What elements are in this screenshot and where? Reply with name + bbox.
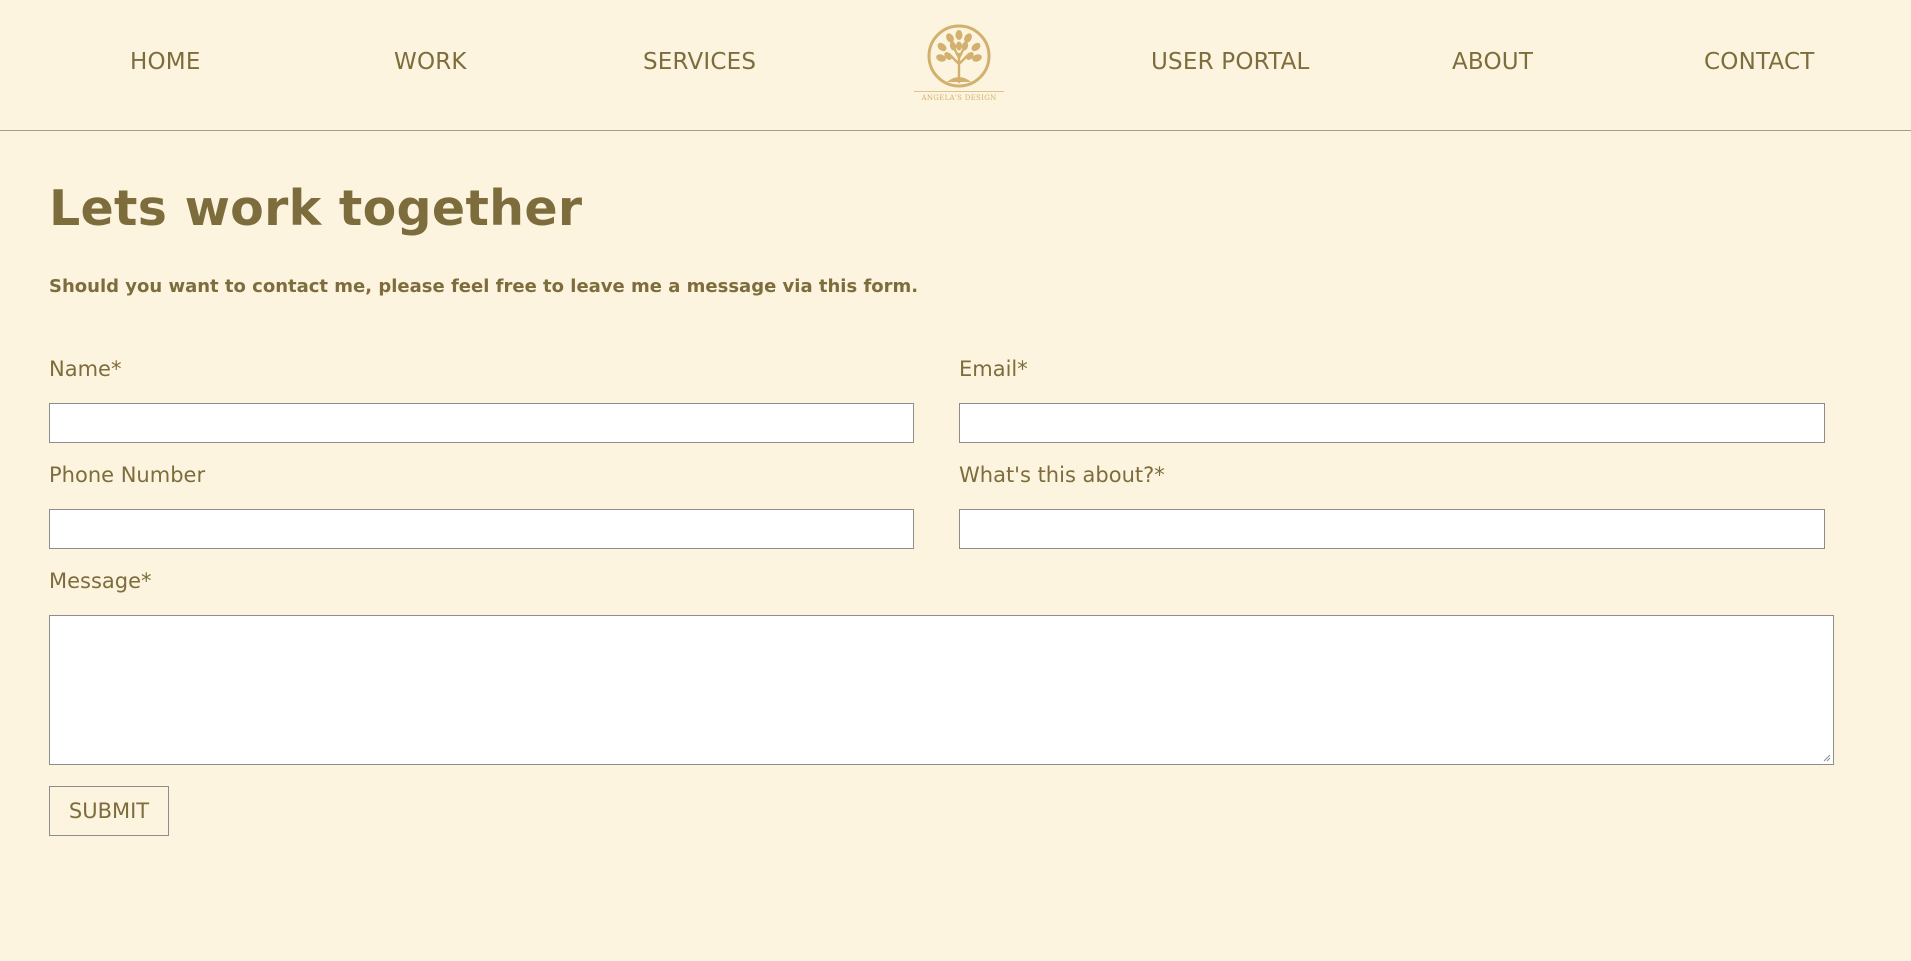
intro-text: Should you want to contact me, please fe… xyxy=(49,276,919,297)
nav-about-link[interactable]: ABOUT xyxy=(1452,49,1533,75)
resize-grip-icon[interactable] xyxy=(1823,754,1831,762)
about-input[interactable] xyxy=(959,509,1825,549)
message-textarea[interactable] xyxy=(49,615,1834,765)
site-logo[interactable]: ANGELA'S DESIGN xyxy=(912,22,1006,106)
name-label: Name* xyxy=(49,357,122,381)
main-navigation: HOME WORK SERVICES ANGELA'S DESIGN USER … xyxy=(0,0,1911,131)
email-label: Email* xyxy=(959,357,1028,381)
phone-label: Phone Number xyxy=(49,463,206,487)
email-input[interactable] xyxy=(959,403,1825,443)
name-input[interactable] xyxy=(49,403,914,443)
about-label: What's this about?* xyxy=(959,463,1165,487)
nav-user-portal-link[interactable]: USER PORTAL xyxy=(1151,49,1310,75)
submit-button[interactable]: SUBMIT xyxy=(49,786,169,836)
page-title: Lets work together xyxy=(49,180,583,237)
logo-divider xyxy=(914,91,1004,92)
nav-home-link[interactable]: HOME xyxy=(130,49,201,75)
nav-contact-link[interactable]: CONTACT xyxy=(1704,49,1814,75)
message-label: Message* xyxy=(49,569,152,593)
nav-work-link[interactable]: WORK xyxy=(394,49,467,75)
phone-input[interactable] xyxy=(49,509,914,549)
nav-services-link[interactable]: SERVICES xyxy=(643,49,756,75)
tree-icon xyxy=(927,24,991,88)
logo-text: ANGELA'S DESIGN xyxy=(921,94,997,102)
